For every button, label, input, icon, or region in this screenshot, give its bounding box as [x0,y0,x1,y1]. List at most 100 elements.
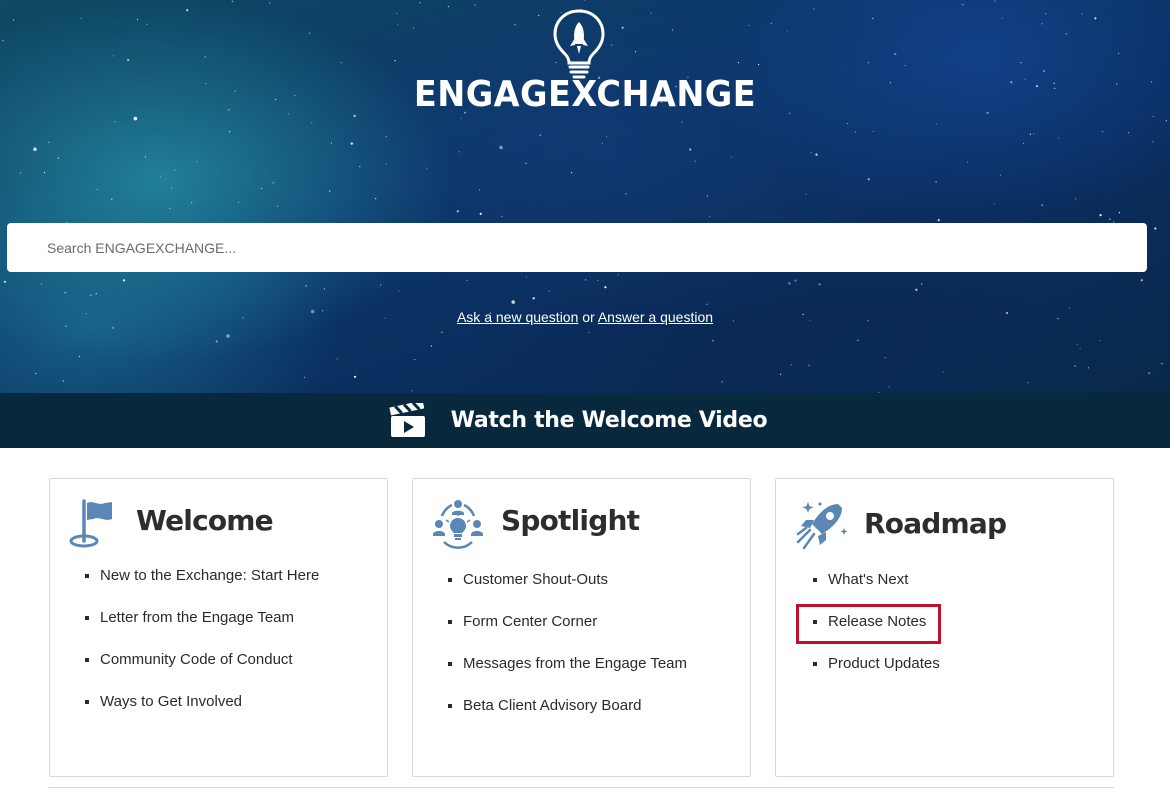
star [588,331,590,333]
star [111,326,115,329]
star [571,172,573,174]
list-item[interactable]: Customer Shout-Outs [448,570,687,612]
star [625,193,627,195]
star [810,152,812,154]
star [1087,367,1089,369]
star [174,169,176,171]
list-item[interactable]: Ways to Get Involved [85,692,319,734]
star [606,136,608,138]
star [215,340,218,343]
star [1099,214,1102,217]
welcome-title: Welcome [136,504,274,537]
star [539,134,541,136]
star [604,286,607,289]
star [788,282,791,285]
star [64,292,66,294]
star [499,145,503,150]
star [1148,372,1151,375]
answer-question-link[interactable]: Answer a question [598,309,713,325]
star [479,189,481,191]
star [329,190,331,192]
star [311,122,313,124]
star [122,279,126,282]
star [808,364,810,367]
star [304,376,306,378]
star [694,160,696,162]
star [1076,343,1078,345]
list-item[interactable]: Beta Client Advisory Board [448,696,687,738]
star [818,283,821,286]
star [709,215,711,217]
star [721,381,723,383]
star [937,219,940,222]
list-item[interactable]: Letter from the Engage Team [85,608,319,650]
star [305,285,307,287]
star [597,279,599,281]
star [525,162,527,164]
star [79,355,81,358]
community-lightbulb-icon [433,500,483,549]
ask-question-link[interactable]: Ask a new question [457,309,578,325]
star [385,136,387,138]
welcome-link-list: New to the Exchange: Start Here Letter f… [85,566,319,734]
star [323,288,325,290]
star [846,123,849,125]
star [43,172,46,174]
list-item[interactable]: Form Center Corner [448,612,687,654]
star [41,283,43,285]
hero-banner: ENGAGEXCHANGE Ask a new question or Answ… [0,0,1170,393]
search-input[interactable] [7,223,1147,272]
star [411,390,413,392]
star [226,334,230,338]
star [3,280,6,283]
star [237,201,240,203]
star [398,290,400,292]
star [1109,218,1111,220]
star [1041,204,1043,206]
star [854,131,857,133]
star [111,198,113,200]
star [525,276,528,278]
star [942,371,944,373]
star [993,203,995,205]
star [1154,227,1157,230]
logo-wordmark: ENGAGEXCHANGE [413,74,757,115]
star [815,153,818,156]
star [780,373,782,375]
star [479,212,482,215]
star [935,123,938,125]
star [511,300,515,304]
list-item[interactable]: New to the Exchange: Start Here [85,566,319,608]
star [794,279,797,282]
list-item[interactable]: Community Code of Conduct [85,650,319,692]
star [272,182,274,184]
star [548,290,550,292]
list-item[interactable]: Product Updates [813,654,940,696]
star [65,325,67,327]
star [915,288,918,291]
star [466,279,468,281]
star [1023,142,1025,144]
welcome-video-banner[interactable]: Watch the Welcome Video [0,393,1170,448]
release-notes-highlight [796,604,941,644]
rocket-icon [796,502,848,550]
list-item[interactable]: Messages from the Engage Team [448,654,687,696]
site-logo[interactable]: ENGAGEXCHANGE [0,0,1170,120]
star [375,198,377,200]
flag-icon [69,499,112,548]
star [336,358,338,360]
star [1165,120,1167,122]
spotlight-link-list: Customer Shout-Outs Form Center Corner M… [448,570,687,738]
star [95,293,97,295]
star [426,167,428,169]
star [169,207,171,209]
star [501,215,503,217]
star [196,161,198,163]
ask-separator: or [582,309,595,325]
star [353,375,357,378]
star [191,202,193,204]
star [96,188,98,190]
star [967,161,969,163]
star [62,380,64,382]
star [1140,279,1143,282]
